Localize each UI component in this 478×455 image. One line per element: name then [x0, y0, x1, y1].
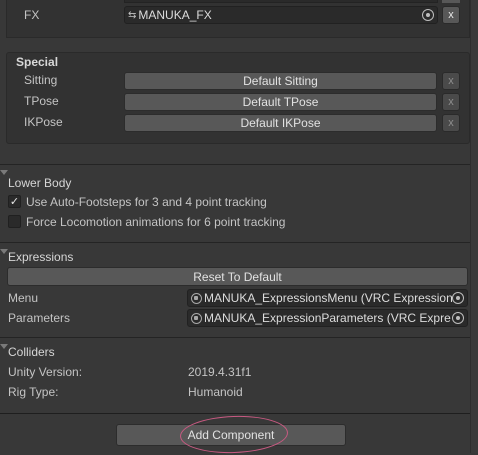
special-heading: Special [16, 55, 59, 69]
lower-body-foldout-icon[interactable] [0, 170, 8, 175]
object-picker-icon[interactable] [452, 292, 464, 304]
add-component-button[interactable]: Add Component [116, 424, 346, 446]
default-ikpose-button[interactable]: Default IKPose [124, 114, 437, 132]
expressions-heading[interactable]: Expressions [8, 250, 73, 264]
colliders-foldout-icon[interactable] [0, 344, 8, 349]
fx-controller-field[interactable]: ⇆ MANUKA_FX [124, 6, 438, 24]
ikpose-label: IKPose [24, 115, 63, 129]
reset-to-default-button[interactable]: Reset To Default [7, 267, 468, 286]
ikpose-clear-button[interactable]: x [442, 114, 460, 132]
fx-label: FX [24, 8, 40, 22]
expressions-menu-field[interactable]: MANUKA_ExpressionsMenu (VRC Expressions [187, 289, 468, 307]
parameters-label: Parameters [8, 311, 71, 325]
inspector-scrollbar[interactable] [470, 0, 478, 453]
fx-clear-button[interactable]: x [442, 6, 460, 24]
expression-parameters-value: MANUKA_ExpressionParameters (VRC Expre [204, 311, 451, 325]
unity-version-value: 2019.4.31f1 [188, 365, 252, 379]
unity-version-label: Unity Version: [8, 365, 83, 379]
asset-icon [191, 292, 202, 304]
previous-layer-clear-button[interactable] [442, 0, 460, 3]
menu-label: Menu [8, 291, 39, 305]
colliders-heading[interactable]: Colliders [8, 345, 55, 359]
section-divider [0, 164, 470, 165]
force-locomotion-checkbox[interactable] [8, 215, 21, 228]
auto-footsteps-checkbox[interactable]: ✓ [8, 195, 21, 208]
component-list-divider [0, 413, 470, 414]
default-sitting-button[interactable]: Default Sitting [124, 72, 437, 90]
sitting-label: Sitting [24, 73, 58, 87]
section-divider [0, 337, 470, 338]
expression-parameters-field[interactable]: MANUKA_ExpressionParameters (VRC Expre [187, 309, 468, 327]
tpose-clear-button[interactable]: x [442, 93, 460, 111]
tpose-label: TPose [24, 94, 59, 108]
object-picker-icon[interactable] [452, 312, 464, 324]
rig-type-label: Rig Type: [8, 385, 59, 399]
object-picker-icon[interactable] [422, 9, 434, 21]
rig-type-value: Humanoid [188, 385, 243, 399]
expressions-menu-value: MANUKA_ExpressionsMenu (VRC Expressions [204, 291, 452, 305]
animator-controller-icon: ⇆ [128, 9, 137, 21]
default-tpose-button[interactable]: Default TPose [124, 93, 437, 111]
expressions-foldout-icon[interactable] [0, 249, 8, 254]
auto-footsteps-label: Use Auto-Footsteps for 3 and 4 point tra… [26, 195, 267, 209]
section-divider [0, 242, 470, 243]
fx-controller-value: MANUKA_FX [138, 8, 212, 22]
sitting-clear-button[interactable]: x [442, 72, 460, 90]
previous-layer-field[interactable] [124, 0, 438, 3]
lower-body-heading[interactable]: Lower Body [8, 176, 71, 190]
asset-icon [191, 312, 202, 324]
force-locomotion-label: Force Locomotion animations for 6 point … [26, 215, 286, 229]
